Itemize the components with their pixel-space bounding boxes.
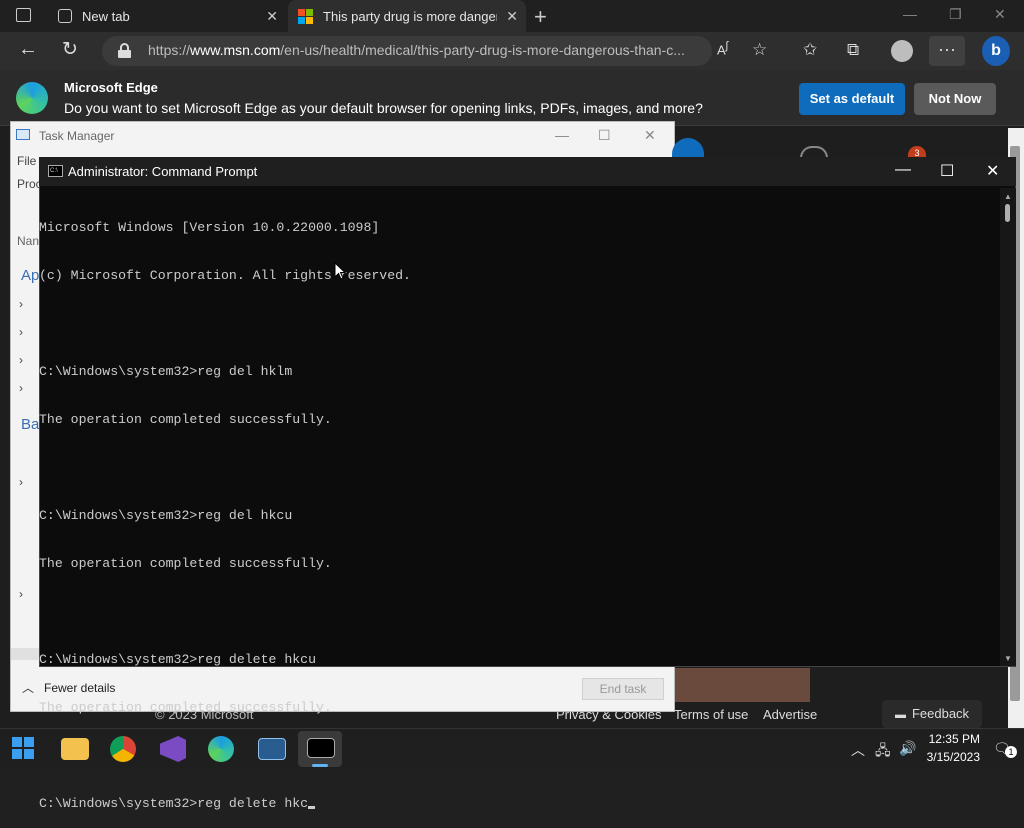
close-window-icon[interactable]: ✕ — [994, 6, 1006, 23]
horizontal-scrollbar[interactable] — [11, 648, 39, 660]
edge-icon[interactable] — [208, 736, 234, 762]
tab-processes[interactable]: Proc — [17, 177, 42, 191]
newtab-icon — [58, 9, 72, 23]
add-favorite-icon[interactable]: ☆ — [752, 40, 767, 60]
tab-new-tab[interactable]: New tab ✕ — [46, 0, 286, 32]
text-cursor — [308, 806, 316, 809]
chrome-icon[interactable] — [110, 736, 136, 762]
chevron-up-icon[interactable]: ︿ — [22, 679, 34, 696]
console-line: C:\Windows\system32>reg delete hkcu — [39, 652, 316, 667]
refresh-icon[interactable]: ↻ — [62, 38, 78, 61]
mouse-pointer-icon — [334, 262, 346, 280]
chevron-right-icon[interactable]: › — [19, 475, 23, 489]
maximize-icon[interactable]: ☐ — [940, 161, 954, 181]
close-icon[interactable]: ✕ — [986, 161, 999, 181]
chevron-right-icon[interactable]: › — [19, 381, 23, 395]
chevron-right-icon[interactable]: › — [19, 297, 23, 311]
cmd-window-title: Administrator: Command Prompt — [68, 164, 258, 179]
column-name-header[interactable]: Nan — [17, 234, 39, 248]
bing-chat-icon[interactable]: b — [982, 36, 1010, 66]
console-line: The operation completed successfully. — [39, 700, 332, 715]
not-now-button[interactable]: Not Now — [914, 83, 996, 115]
address-bar[interactable]: https://www.msn.com/en-us/health/medical… — [102, 36, 712, 66]
task-manager-title: Task Manager — [39, 129, 115, 143]
file-explorer-icon[interactable] — [61, 738, 89, 760]
scroll-up-icon[interactable]: ▲ — [1004, 192, 1012, 201]
profile-avatar[interactable] — [891, 40, 913, 62]
minimize-icon[interactable]: — — [903, 6, 917, 22]
clock-time[interactable]: 12:35 PM — [926, 732, 980, 746]
chevron-right-icon[interactable]: › — [19, 325, 23, 339]
clock-date[interactable]: 3/15/2023 — [918, 750, 980, 764]
settings-more-icon[interactable]: ··· — [929, 36, 965, 66]
volume-icon[interactable]: 🔊 — [899, 740, 916, 757]
performance-monitor-icon[interactable] — [258, 738, 286, 760]
console-line: The operation completed successfully. — [39, 412, 332, 427]
tab-label: New tab — [82, 8, 130, 24]
menu-file[interactable]: File — [17, 154, 36, 168]
minimize-icon[interactable]: — — [895, 161, 911, 179]
restore-icon[interactable]: ❐ — [949, 6, 962, 23]
back-icon[interactable]: ← — [18, 38, 38, 61]
scroll-down-icon[interactable]: ▼ — [1004, 654, 1012, 663]
new-tab-button[interactable]: + — [534, 4, 547, 30]
url-domain: www.msn.com — [190, 42, 281, 58]
banner-message: Do you want to set Microsoft Edge as you… — [64, 100, 703, 116]
console-line: C:\Windows\system32>reg del hkcu — [39, 508, 293, 523]
banner-title: Microsoft Edge — [64, 80, 158, 95]
chevron-up-icon[interactable]: ︿ — [851, 740, 865, 760]
console-line: C:\Windows\system32>reg del hklm — [39, 364, 293, 379]
command-prompt-icon: C:\ — [48, 165, 63, 177]
tab-msn-article[interactable]: This party drug is more dangero ✕ — [288, 0, 526, 32]
edge-logo-icon — [16, 82, 48, 114]
chevron-right-icon[interactable]: › — [19, 353, 23, 367]
console-input-line[interactable]: C:\Windows\system32>reg delete hkc — [39, 796, 999, 812]
tab-actions-icon[interactable] — [16, 8, 31, 22]
console-line: The operation completed successfully. — [39, 556, 332, 571]
microsoft-logo-icon — [298, 8, 313, 24]
cmd-scrollbar[interactable] — [1000, 188, 1016, 666]
notification-count-badge: 1 — [1005, 746, 1017, 758]
command-prompt-icon[interactable] — [307, 738, 335, 758]
task-manager-icon — [16, 129, 30, 140]
read-aloud-icon[interactable]: Aʃ — [717, 40, 728, 57]
close-icon[interactable]: ✕ — [644, 127, 656, 144]
console-line: Microsoft Windows [Version 10.0.22000.10… — [39, 220, 380, 235]
console-line: C:\Windows\system32>reg delete hkc — [39, 796, 309, 811]
minimize-icon[interactable]: — — [555, 127, 569, 143]
url-prefix: https:// — [148, 42, 191, 58]
console-output[interactable]: Microsoft Windows [Version 10.0.22000.10… — [39, 188, 999, 811]
taskbar — [0, 728, 1024, 768]
close-icon[interactable]: ✕ — [506, 8, 518, 25]
group-apps-header: Ap — [21, 267, 40, 284]
maximize-icon[interactable]: ☐ — [598, 127, 611, 144]
chevron-right-icon[interactable]: › — [19, 587, 23, 601]
close-icon[interactable]: ✕ — [266, 8, 278, 25]
collections-icon[interactable]: ⧉ — [847, 40, 859, 60]
tab-label: This party drug is more dangero — [323, 8, 497, 24]
cmd-scroll-thumb[interactable] — [1005, 204, 1010, 222]
active-indicator — [312, 764, 328, 767]
console-line: (c) Microsoft Corporation. All rights re… — [39, 268, 411, 283]
start-icon[interactable] — [12, 737, 34, 759]
favorites-icon[interactable]: ✩ — [803, 40, 817, 60]
url-path: /en-us/health/medical/this-party-drug-is… — [280, 42, 685, 58]
set-as-default-button[interactable]: Set as default — [799, 83, 905, 115]
lock-icon[interactable] — [118, 43, 131, 58]
network-icon[interactable]: 🖧 — [875, 740, 891, 764]
group-background-header: Ba — [21, 416, 40, 433]
